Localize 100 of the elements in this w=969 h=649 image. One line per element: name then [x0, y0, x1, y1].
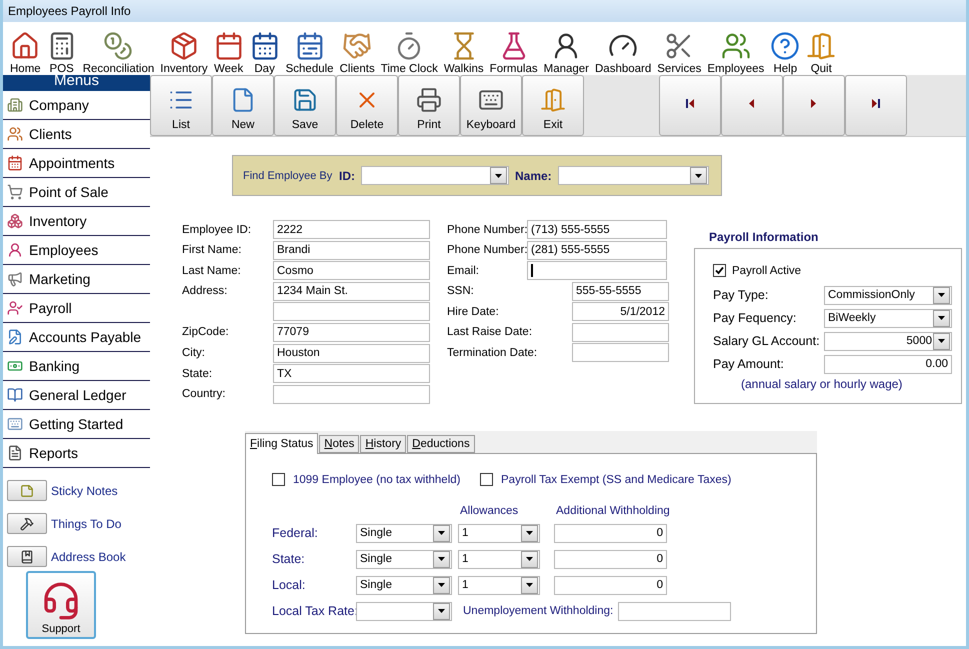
sidebar-item[interactable]: Inventory [3, 207, 150, 236]
field-label: Name: [515, 168, 552, 182]
field-label: Pay Amount: [713, 357, 785, 371]
input-field[interactable]: 2222 [273, 220, 430, 239]
toolbar-button[interactable]: Employees [704, 24, 768, 75]
input-field[interactable]: 5/1/2012 [572, 302, 669, 321]
field-label: Employee ID: [182, 224, 252, 236]
sidebar-item[interactable]: Marketing [3, 265, 150, 294]
field-label: Pay Type: [713, 288, 770, 302]
field-label: SSN: [447, 285, 475, 297]
toolbar-button[interactable]: Delete [336, 75, 398, 136]
sidebar-item[interactable]: Accounts Payable [3, 323, 150, 352]
dropdown[interactable]: BiWeekly [824, 308, 952, 328]
sidebar-item[interactable]: General Ledger [3, 381, 150, 410]
sidebar-item[interactable]: Reports [3, 439, 150, 468]
dropdown[interactable]: 1 [458, 550, 540, 568]
sidebar-item[interactable]: Clients [3, 120, 150, 149]
toolbar-button[interactable]: Dashboard [592, 24, 654, 75]
field-label: Email: [447, 264, 480, 276]
sidebar-header: Menus [3, 75, 150, 91]
sidebar-item[interactable]: Employees [3, 236, 150, 265]
field-label: Country: [182, 388, 226, 400]
shortcut-link[interactable]: Things To Do [51, 516, 122, 530]
toolbar-button[interactable]: Formulas [486, 24, 541, 75]
sidebar-item[interactable]: Getting Started [3, 410, 150, 439]
tab[interactable]: Deductions [407, 435, 475, 453]
support-button[interactable]: Support [26, 571, 96, 639]
toolbar-button[interactable]: Time Clock [378, 24, 441, 75]
toolbar-button[interactable]: Home [7, 24, 44, 75]
sidebar-item[interactable]: Point of Sale [3, 178, 150, 207]
toolbar-button[interactable]: Day [246, 24, 283, 75]
dropdown[interactable]: Single [356, 550, 452, 568]
toolbar-button[interactable]: Quit [803, 24, 840, 75]
input-field[interactable]: Cosmo [273, 261, 430, 280]
dropdown[interactable]: 1 [458, 524, 540, 542]
input-field[interactable]: 77079 [273, 322, 430, 342]
checkbox-label: Payroll Active [732, 264, 802, 276]
toolbar-button[interactable]: Clients [336, 24, 378, 75]
input-field[interactable]: TX [273, 364, 430, 384]
field-label: ZipCode: [182, 326, 230, 338]
field-label: State: [272, 552, 306, 566]
toolbar-button[interactable]: Schedule [282, 24, 337, 75]
dropdown[interactable]: 5000 [824, 332, 952, 350]
field-label: Pay Fequency: [713, 311, 798, 325]
tab[interactable]: History [360, 435, 406, 453]
dropdown[interactable]: CommissionOnly [824, 286, 952, 304]
input-field[interactable]: 0 [554, 550, 667, 568]
dropdown[interactable]: 1 [458, 576, 540, 594]
input-field[interactable]: 0.00 [824, 354, 952, 374]
input-field[interactable]: 1234 Main St. [273, 282, 430, 301]
input-field[interactable]: (713) 555-5555 [527, 220, 667, 239]
input-field[interactable]: 0 [554, 576, 667, 594]
tab[interactable]: Notes [319, 435, 360, 453]
dropdown[interactable]: Single [356, 576, 452, 594]
column-header: Additional Withholding [556, 505, 670, 517]
window-title: Employees Payroll Info [3, 0, 966, 22]
toolbar-button[interactable]: Exit [522, 75, 584, 136]
input-field[interactable]: (281) 555-5555 [527, 240, 667, 260]
toolbar-button[interactable]: Week [210, 24, 247, 75]
toolbar-button[interactable]: Print [398, 75, 460, 136]
field-label: Salary GL Account: [713, 334, 821, 348]
toolbar-button[interactable]: Keyboard [460, 75, 522, 136]
input-field[interactable]: 0 [554, 524, 667, 542]
input-field[interactable]: Houston [273, 344, 430, 363]
toolbar-button[interactable]: Manager [540, 24, 592, 75]
column-header: Allowances [460, 505, 520, 517]
field-label: Federal: [272, 526, 319, 540]
field-label: Hire Date: [447, 306, 500, 318]
field-label: First Name: [182, 244, 242, 256]
toolbar-button[interactable]: New [212, 75, 274, 136]
field-label: Phone Number: [447, 224, 527, 236]
sidebar-item[interactable]: Appointments [3, 149, 150, 178]
field-label: City: [182, 347, 206, 360]
toolbar-button[interactable]: Help [767, 24, 804, 75]
toolbar-button[interactable]: Inventory [157, 24, 211, 75]
checkbox-label: 1099 Employee (no tax withheld) [293, 474, 460, 486]
field-label: ID: [339, 168, 355, 182]
dropdown[interactable]: Single [356, 524, 452, 542]
checkbox-label: Payroll Tax Exempt (SS and Medicare Taxes) [501, 474, 732, 486]
field-label: Phone Number: [447, 244, 527, 256]
hint-text: (annual salary or hourly wage) [740, 377, 904, 391]
input-field[interactable]: 555-55-5555 [572, 282, 669, 300]
tab[interactable]: Filing Status [245, 433, 318, 454]
input-field[interactable]: Brandi [273, 240, 430, 260]
toolbar-button[interactable]: Services [654, 24, 704, 75]
shortcut-link[interactable]: Address Book [51, 550, 126, 564]
toolbar-button[interactable]: Reconciliation [80, 24, 158, 75]
shortcut-link[interactable]: Sticky Notes [51, 484, 118, 498]
section-title: Payroll Information [708, 230, 820, 246]
toolbar-button[interactable]: POS [44, 24, 80, 75]
sidebar-item[interactable]: Banking [3, 352, 150, 381]
field-label: Termination Date: [447, 346, 538, 358]
toolbar-button[interactable]: List [150, 75, 212, 136]
field-label: Address: [182, 285, 228, 298]
field-label: Last Name: [182, 264, 242, 277]
field-label: Local Tax Rate: [272, 604, 356, 618]
sidebar-item[interactable]: Payroll [3, 294, 150, 323]
toolbar-button[interactable]: Save [274, 75, 336, 136]
toolbar-button[interactable]: Walkins [440, 24, 487, 75]
field-label: Local: [272, 578, 306, 592]
